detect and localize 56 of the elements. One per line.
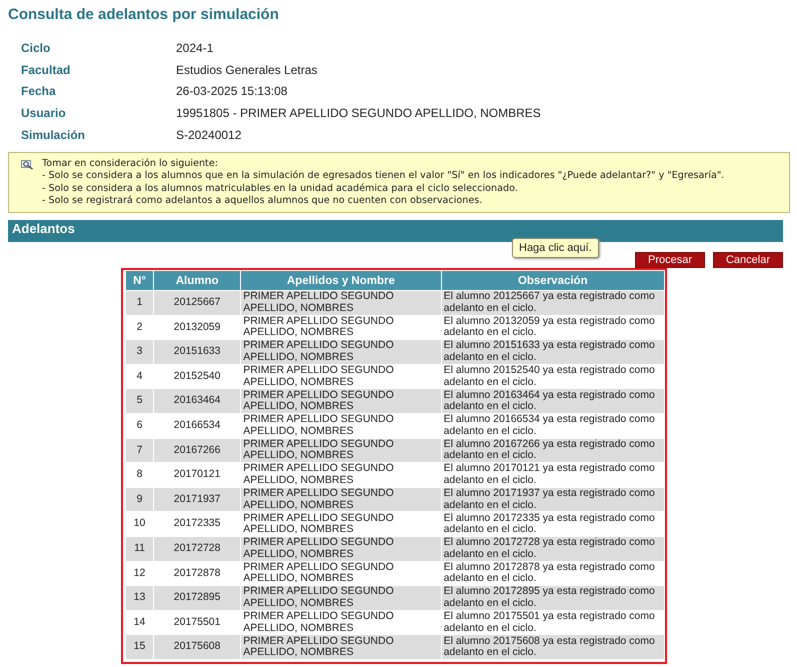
page-title: Consulta de adelantos por simulación [7,5,280,25]
table-cell: El alumno 20172895 ya esta registrado como adelanto en el ciclo. [442,586,664,611]
table-cell: PRIMER APELLIDO SEGUNDO APELLIDO, NOMBRES [241,586,441,611]
column-header: Alumno [154,271,240,291]
notice-heading: Tomar en consideración lo siguiente: [42,158,218,170]
field-label: Facultad [21,62,72,79]
field-value: 26-03-2025 15:13:08 [176,83,288,100]
table-cell: 20172728 [154,536,240,562]
table-cell: PRIMER APELLIDO SEGUNDO APELLIDO, NOMBRES [241,340,441,365]
table-cell: PRIMER APELLIDO SEGUNDO APELLIDO, NOMBRES [241,488,441,512]
table-cell: 20151633 [154,340,240,365]
field-label: Simulación [21,126,86,144]
table-cell: 20171937 [154,488,240,512]
table-cell: El alumno 20171937 ya esta registrado como adelanto en el ciclo. [442,488,664,512]
table-cell: 7 [126,438,154,464]
field-value: 2024-1 [176,40,214,57]
column-header: Observación [442,271,664,291]
notice-text: - Solo se registrará como adelantos a aquellos alumnos que no cuenten con observaciones. [41,195,484,208]
notice-text: - Solo se considera a los alumnos matriculables en la unidad académica para el ciclo seleccionado. [41,182,519,195]
table-cell: El alumno 20172728 ya esta registrado como adelanto en el ciclo. [442,536,664,562]
field-value: Estudios Generales Letras [176,62,318,79]
table-cell: PRIMER APELLIDO SEGUNDO APELLIDO, NOMBRES [241,438,441,464]
field-label: Fecha [21,83,57,100]
tooltip: Haga clic aquí. [512,238,599,258]
table-cell: 13 [126,586,154,611]
field-label: Ciclo [21,40,52,57]
table-cell: 20163464 [154,389,240,414]
table-cell: 15 [126,635,154,660]
table-cell: PRIMER APELLIDO SEGUNDO APELLIDO, NOMBRES [241,536,441,562]
table-cell: 20175608 [154,635,240,660]
process-button[interactable]: Procesar [635,252,705,268]
table-cell: 11 [126,536,154,562]
column-header: Apellidos y Nombre [241,271,441,291]
table-cell: 3 [126,340,154,365]
table-cell: El alumno 20163464 ya esta registrado como adelanto en el ciclo. [442,389,664,414]
table-cell: 20172895 [154,586,240,611]
table-cell: PRIMER APELLIDO SEGUNDO APELLIDO, NOMBRES [241,635,441,660]
field-value: S-20240012 [176,126,242,144]
table-cell: 20125667 [154,291,240,316]
table-cell: El alumno 20125667 ya esta registrado como adelanto en el ciclo. [442,291,664,316]
magnifier-icon [21,158,34,170]
table-cell: PRIMER APELLIDO SEGUNDO APELLIDO, NOMBRES [241,389,441,414]
table-cell: 20167266 [154,438,240,464]
field-value: 19951805 - PRIMER APELLIDO SEGUNDO APELLIDO, NOMBRES [176,105,542,122]
table-cell: El alumno 20175608 ya esta registrado como adelanto en el ciclo. [442,635,664,660]
field-label: Usuario [21,105,67,122]
cancel-button[interactable]: Cancelar [713,252,783,268]
table-cell: PRIMER APELLIDO SEGUNDO APELLIDO, NOMBRES [241,291,441,316]
table-cell: El alumno 20167266 ya esta registrado como adelanto en el ciclo. [442,438,664,464]
table-cell: 1 [126,291,154,316]
table-cell: 5 [126,389,154,414]
table-cell: El alumno 20151633 ya esta registrado como adelanto en el ciclo. [442,340,664,365]
column-header: N° [126,271,154,291]
table-cell: 9 [126,488,154,512]
notice-text: - Solo se considera a los alumnos que en la simulación de egresados tienen el valor "Sí" en los indicadores "¿Puede adelantar?" y "Egresaría". [41,170,726,183]
section-title: Adelantos [12,221,75,236]
